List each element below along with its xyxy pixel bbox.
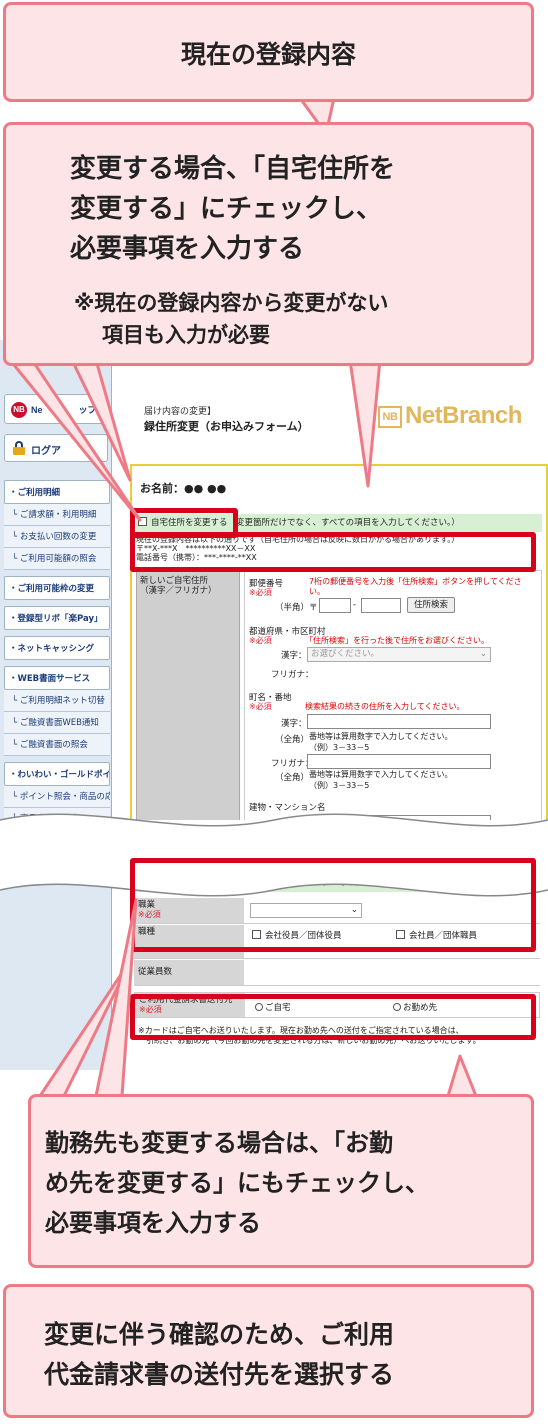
sidebar-section[interactable]: ・WEB書面サービス	[4, 666, 110, 690]
lock-icon	[13, 441, 25, 455]
postal-dash: -	[353, 600, 357, 610]
screenshot-area: NB Ne ップ ログア ・ご利用明細 └ ご請求額・利用明細 └ お支払い回数の変…	[0, 340, 548, 1070]
employees-row: 従業員数	[134, 960, 540, 986]
netbranch-logo[interactable]: NB Ne ップ	[4, 394, 108, 424]
callout-change-work: 勤務先も変更する場合は、「お勤 め先を変更する」にもチェックし、 必要事項を入力…	[28, 1094, 534, 1268]
pref-kanji-label: 漢字：	[281, 651, 307, 661]
town-note: 番地等は算用数字で入力してください。 （例）3－33－5	[309, 732, 453, 752]
breadcrumb: 届け内容の変更】	[144, 407, 217, 417]
sidebar-item[interactable]: └ ご融資書面WEB通知	[4, 712, 110, 734]
pref-required: ※必須	[249, 636, 272, 645]
address-search-button[interactable]: 住所検索	[407, 597, 455, 613]
pref-hint: 「住所検索」を行った後で住所をお選びください。	[305, 636, 489, 645]
town-kana-note: 番地等は算用数字で入力してください。 （例）3－33－5	[309, 770, 453, 790]
sidebar-item[interactable]: └ ご利用明細ネット切替	[4, 690, 110, 712]
logo-text: Ne ップ	[31, 405, 97, 415]
page-title: 録住所変更（お申込みフォーム）	[144, 420, 309, 433]
highlight-work-section	[130, 858, 536, 952]
sidebar-item[interactable]: └ ご融資書面の照会	[4, 734, 110, 756]
sidebar: NB Ne ップ ログア ・ご利用明細 └ ご請求額・利用明細 └ お支払い回数の変…	[0, 340, 112, 1070]
callout-current-registration: 現在の登録内容	[3, 2, 534, 102]
town-hint: 検索結果の続きの住所を入力してください。	[305, 702, 465, 711]
employees-label: 従業員数	[134, 960, 244, 985]
sidebar-menu: ・ご利用明細 └ ご請求額・利用明細 └ お支払い回数の変更 └ ご利用可能額の照会・…	[4, 474, 110, 830]
sidebar-section[interactable]: ・登録型リボ「楽Pay」	[4, 606, 110, 630]
logout-button[interactable]: ログア	[4, 434, 108, 462]
sidebar-section[interactable]: ・ご利用可能枠の変更	[4, 576, 110, 600]
sidebar-section[interactable]: ・ご利用明細	[4, 480, 110, 504]
town-kana-input[interactable]	[307, 754, 491, 769]
sidebar-item[interactable]: └ 商品応募の照会	[4, 808, 110, 830]
town-kanji-input[interactable]	[307, 714, 491, 729]
logout-label: ログア	[31, 446, 61, 457]
postal-code-second-input[interactable]	[361, 598, 401, 613]
sidebar-item[interactable]: └ ご利用可能額の照会	[4, 548, 110, 570]
sidebar-item[interactable]: └ お支払い回数の変更	[4, 526, 110, 548]
netbranch-mark-icon: NB	[378, 405, 402, 428]
town-full-label: （全角）	[275, 735, 310, 745]
sidebar-item[interactable]: └ ポイント照会・商品の応募	[4, 786, 110, 808]
postal-code-first-input[interactable]	[319, 598, 351, 613]
pref-kana-label: フリガナ：	[271, 670, 314, 680]
callout-billing: 変更に伴う確認のため、ご利用 代金請求書の送付先を選択する	[3, 1284, 534, 1418]
highlight-current-info	[130, 532, 536, 572]
highlight-billing	[130, 994, 536, 1040]
netbranch-brand: NB NetBranch	[378, 402, 522, 430]
postal-width-label: （半角）〒	[275, 603, 318, 613]
customer-name: お名前：●● ●●	[140, 482, 227, 495]
town-required: ※必須	[249, 702, 272, 711]
new-address-label: 新しいご自宅住所 （漢字／フリガナ）	[140, 576, 217, 596]
main-content: 届け内容の変更】 録住所変更（お申込みフォーム） NB NetBranch お名前…	[114, 340, 548, 1070]
postal-required: ※必須	[249, 588, 272, 597]
postal-hint: 7桁の郵便番号を入力後「住所検索」ボタンを押してくださ い。	[309, 577, 522, 596]
town-kana-full-label: （全角）	[275, 773, 310, 783]
nb-logo-icon: NB	[11, 402, 27, 418]
chevron-down-icon: ⌄	[479, 649, 487, 659]
town-kanji-label: 漢字：	[281, 719, 307, 729]
building-label: 建物・マンション名	[249, 803, 326, 813]
sidebar-item[interactable]: └ ご請求額・利用明細	[4, 504, 110, 526]
sidebar-section[interactable]: ・ネットキャッシング	[4, 636, 110, 660]
sidebar-section[interactable]: ・わいわい・ゴールドポイント	[4, 762, 110, 786]
pref-select[interactable]: お選びください。 ⌄	[307, 647, 491, 662]
callout-change-home: 変更する場合、「自宅住所を 変更する」にチェックし、 必要事項を入力する ※現在…	[3, 122, 534, 366]
